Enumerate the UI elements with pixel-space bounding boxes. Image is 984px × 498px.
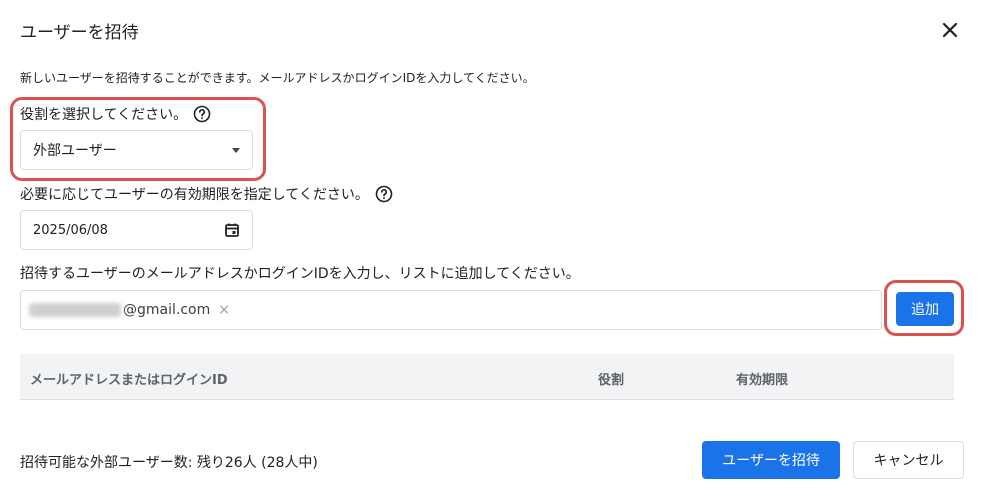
column-email: メールアドレスまたはログインID: [30, 373, 228, 388]
role-label: 役割を選択してください。: [20, 104, 211, 124]
user-table-header: メールアドレスまたはログインID 役割 有効期限: [20, 354, 954, 400]
column-expiry: 有効期限: [736, 373, 789, 388]
remaining-count-text: 招待可能な外部ユーザー数: 残り26人 (28人中): [20, 455, 318, 471]
column-role: 役割: [598, 373, 625, 388]
email-chip-domain: @gmail.com: [123, 302, 211, 318]
role-selected-value: 外部ユーザー: [33, 143, 117, 159]
expiry-date-input[interactable]: 2025/06/08: [20, 210, 253, 250]
caret-down-icon: [232, 147, 240, 153]
role-label-text: 役割を選択してください。: [20, 107, 188, 123]
add-button[interactable]: 追加: [896, 292, 954, 326]
redacted-username: [29, 303, 121, 317]
dialog-description: 新しいユーザーを招待することができます。メールアドレスかログインIDを入力してく…: [20, 71, 535, 85]
email-chip: @gmail.com ×: [29, 302, 230, 318]
invite-user-button[interactable]: ユーザーを招待: [702, 441, 840, 479]
chip-remove-icon[interactable]: ×: [218, 302, 230, 318]
cancel-button[interactable]: キャンセル: [853, 441, 964, 479]
expiry-label: 必要に応じてユーザーの有効期限を指定してください。: [20, 184, 393, 204]
email-label: 招待するユーザーのメールアドレスかログインIDを入力し、リストに追加してください…: [20, 266, 580, 282]
expiry-label-text: 必要に応じてユーザーの有効期限を指定してください。: [20, 187, 369, 203]
help-circle-icon[interactable]: [193, 105, 211, 123]
role-select[interactable]: 外部ユーザー: [20, 130, 253, 170]
email-chip-input[interactable]: @gmail.com ×: [20, 290, 882, 330]
calendar-icon[interactable]: [224, 222, 240, 238]
close-icon[interactable]: [938, 18, 962, 42]
help-circle-icon[interactable]: [375, 185, 393, 203]
expiry-date-value: 2025/06/08: [33, 222, 108, 238]
dialog-title: ユーザーを招待: [20, 23, 139, 43]
